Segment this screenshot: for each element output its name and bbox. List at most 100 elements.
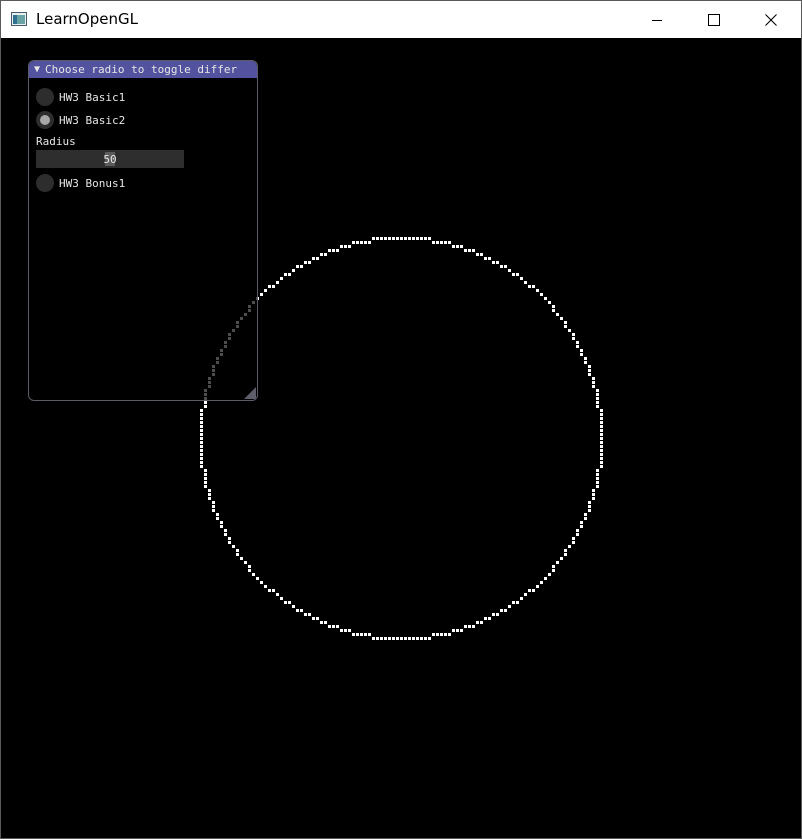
circle-pixel — [452, 629, 455, 632]
circle-pixel — [312, 617, 315, 620]
radio-circle-selected-icon[interactable] — [36, 111, 54, 129]
circle-pixel — [508, 269, 511, 272]
radio-hw3-basic2[interactable]: HW3 Basic2 — [36, 111, 125, 129]
circle-pixel — [200, 449, 203, 452]
circle-pixel — [600, 437, 603, 440]
circle-pixel — [596, 469, 599, 472]
radio-hw3-bonus1[interactable]: HW3 Bonus1 — [36, 174, 125, 192]
window-title: LearnOpenGL — [36, 10, 138, 28]
circle-pixel — [548, 573, 551, 576]
circle-pixel — [388, 637, 391, 640]
circle-pixel — [532, 589, 535, 592]
circle-pixel — [492, 613, 495, 616]
circle-pixel — [516, 273, 519, 276]
circle-pixel — [584, 357, 587, 360]
circle-pixel — [432, 241, 435, 244]
circle-pixel — [224, 533, 227, 536]
circle-pixel — [392, 237, 395, 240]
circle-pixel — [552, 309, 555, 312]
circle-pixel — [380, 237, 383, 240]
circle-pixel — [204, 477, 207, 480]
circle-pixel — [220, 525, 223, 528]
circle-pixel — [484, 257, 487, 260]
circle-pixel — [592, 385, 595, 388]
circle-pixel — [596, 393, 599, 396]
imgui-title-bar[interactable]: ▼ Choose radio to toggle differ — [29, 61, 257, 78]
circle-pixel — [600, 421, 603, 424]
resize-grip-icon[interactable] — [244, 387, 256, 399]
circle-pixel — [564, 553, 567, 556]
radio-circle-icon[interactable] — [36, 174, 54, 192]
circle-pixel — [276, 281, 279, 284]
circle-pixel — [360, 241, 363, 244]
circle-pixel — [416, 637, 419, 640]
circle-pixel — [424, 637, 427, 640]
circle-pixel — [596, 405, 599, 408]
circle-pixel — [296, 265, 299, 268]
circle-pixel — [208, 497, 211, 500]
circle-pixel — [572, 333, 575, 336]
radio-circle-icon[interactable] — [36, 88, 54, 106]
circle-pixel — [464, 625, 467, 628]
circle-pixel — [588, 501, 591, 504]
close-button[interactable] — [742, 1, 800, 38]
circle-pixel — [404, 637, 407, 640]
circle-pixel — [364, 241, 367, 244]
circle-pixel — [600, 409, 603, 412]
circle-pixel — [564, 325, 567, 328]
gl-viewport[interactable]: ▼ Choose radio to toggle differ HW3 Basi… — [1, 38, 801, 838]
circle-pixel — [532, 285, 535, 288]
circle-pixel — [540, 293, 543, 296]
circle-pixel — [348, 245, 351, 248]
app-icon — [11, 12, 27, 26]
circle-pixel — [452, 245, 455, 248]
imgui-panel[interactable]: ▼ Choose radio to toggle differ HW3 Basi… — [28, 60, 258, 401]
circle-pixel — [344, 245, 347, 248]
circle-pixel — [308, 261, 311, 264]
circle-pixel — [260, 581, 263, 584]
circle-pixel — [280, 597, 283, 600]
collapse-arrow-icon[interactable]: ▼ — [34, 64, 40, 75]
circle-pixel — [520, 277, 523, 280]
radio-hw3-basic1[interactable]: HW3 Basic1 — [36, 88, 125, 106]
circle-pixel — [316, 257, 319, 260]
circle-pixel — [200, 429, 203, 432]
circle-pixel — [336, 625, 339, 628]
circle-pixel — [592, 493, 595, 496]
circle-pixel — [472, 249, 475, 252]
circle-pixel — [304, 261, 307, 264]
circle-pixel — [352, 241, 355, 244]
circle-pixel — [512, 273, 515, 276]
circle-pixel — [356, 633, 359, 636]
circle-pixel — [564, 549, 567, 552]
circle-pixel — [460, 245, 463, 248]
circle-pixel — [336, 249, 339, 252]
title-bar[interactable]: LearnOpenGL — [1, 1, 801, 38]
circle-pixel — [476, 621, 479, 624]
circle-pixel — [432, 633, 435, 636]
circle-pixel — [412, 637, 415, 640]
circle-pixel — [600, 453, 603, 456]
circle-pixel — [440, 241, 443, 244]
circle-pixel — [472, 625, 475, 628]
circle-pixel — [464, 249, 467, 252]
circle-pixel — [588, 369, 591, 372]
circle-pixel — [564, 321, 567, 324]
circle-pixel — [308, 613, 311, 616]
circle-pixel — [224, 529, 227, 532]
circle-pixel — [524, 593, 527, 596]
circle-pixel — [252, 573, 255, 576]
minimize-icon — [652, 19, 662, 21]
radius-slider[interactable]: 50 — [36, 150, 184, 168]
minimize-button[interactable] — [628, 1, 686, 38]
circle-pixel — [352, 633, 355, 636]
maximize-button[interactable] — [685, 1, 743, 38]
circle-pixel — [312, 257, 315, 260]
circle-pixel — [372, 237, 375, 240]
circle-pixel — [204, 481, 207, 484]
circle-pixel — [424, 237, 427, 240]
circle-pixel — [360, 633, 363, 636]
circle-pixel — [276, 593, 279, 596]
circle-pixel — [588, 509, 591, 512]
circle-pixel — [208, 489, 211, 492]
